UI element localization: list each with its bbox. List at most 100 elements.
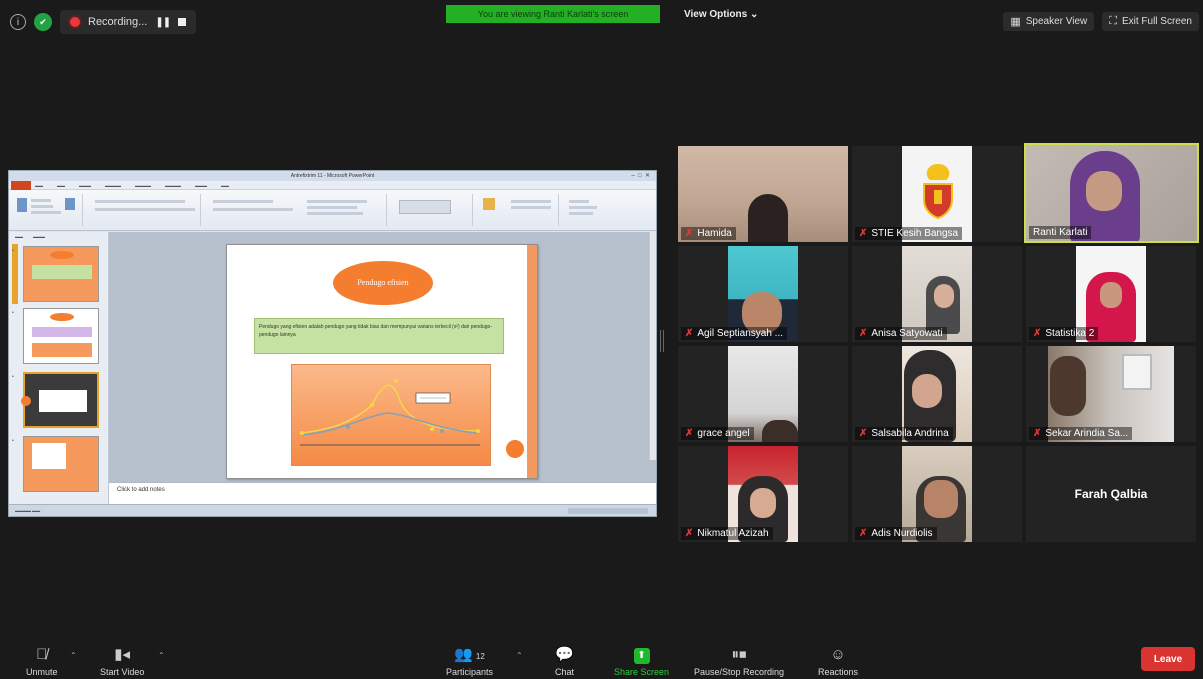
participant-name: ✗ STIE Kesih Bangsa <box>855 227 963 240</box>
participant-tile-ranti[interactable]: Ranti Karlati <box>1024 143 1199 243</box>
participant-name-text: grace angel <box>697 428 750 439</box>
participant-tile-adis[interactable]: ✗ Adis Nurdiolis <box>852 446 1022 542</box>
ppt-tab: ▬▬ <box>35 182 43 188</box>
participant-name-text: Ranti Karlati <box>1033 227 1088 238</box>
participant-name-text: Salsabila Andrina <box>871 428 949 439</box>
slide-thumbnail[interactable] <box>23 436 99 492</box>
exit-full-screen-icon: ⛶ <box>1109 15 1117 27</box>
participant-name: ✗ Sekar Arindia Sa... <box>1029 427 1133 440</box>
ribbon-clipboard-group <box>13 194 83 226</box>
shapes-gallery <box>399 200 451 214</box>
person-face <box>1086 171 1122 211</box>
exit-full-screen-label: Exit Full Screen <box>1121 16 1192 27</box>
institution-logo-icon <box>923 164 953 220</box>
encryption-shield-icon[interactable]: ✔ <box>34 13 52 31</box>
chat-button[interactable]: 💬 Chat <box>555 646 574 677</box>
participant-tile-farah[interactable]: Farah Qalbia <box>1026 446 1196 542</box>
pause-recording-icon[interactable]: ❚❚ <box>155 17 171 28</box>
muted-microphone-icon: 🎙̸ <box>36 646 48 663</box>
participant-tile-grace[interactable]: ✗ grace angel <box>678 346 848 442</box>
ribbon-item <box>307 206 357 209</box>
muted-mic-icon: ✗ <box>685 328 694 339</box>
participant-tile-statistika[interactable]: ✗ Statistika 2 <box>1026 246 1196 342</box>
exit-full-screen-button[interactable]: ⛶ Exit Full Screen <box>1102 12 1199 31</box>
ppt-tab: ▬▬▬▬ <box>135 182 151 188</box>
start-video-label: Start Video <box>100 667 145 677</box>
speaker-view-icon: ▦ <box>1010 16 1021 28</box>
slide-thumbnail[interactable] <box>23 246 99 302</box>
stop-recording-icon[interactable] <box>178 18 187 26</box>
slide-canvas[interactable]: Pendugo efisien Pendugo yang efisien ada… <box>109 232 656 482</box>
slide-thumbnail-selected[interactable] <box>21 372 99 428</box>
meeting-toolbar: 🎙̸ Unmute ⌃ ▮◂ Start Video ⌃ 👥 12 Partici… <box>0 635 1203 679</box>
participant-tile-stie[interactable]: ✗ STIE Kesih Bangsa <box>852 146 1022 242</box>
reactions-label: Reactions <box>818 667 859 677</box>
thumbnail-number: • <box>12 310 14 316</box>
participant-name: ✗ Hamida <box>681 227 736 240</box>
ribbon-item <box>95 200 185 203</box>
view-options-menu[interactable]: View Options ⌄ <box>684 9 758 20</box>
ribbon-item <box>511 200 551 203</box>
person-silhouette <box>1050 356 1086 416</box>
slide-distribution-diagram <box>291 364 491 466</box>
top-left-controls: i ✔ Recording... ❚❚ <box>10 10 197 34</box>
speaker-view-button[interactable]: ▦ Speaker View <box>1003 12 1095 31</box>
participant-name-text: Agil Septiansyah ... <box>697 328 783 339</box>
ribbon-item <box>31 205 53 208</box>
shared-screen[interactable]: Antrefixtrim 11 - Microsoft PowerPoint –… <box>8 170 657 517</box>
thumbnail-number: • <box>12 438 14 444</box>
participant-name: ✗ Anisa Satyowati <box>855 327 947 340</box>
share-screen-button[interactable]: ⬆ Share Screen <box>614 648 669 677</box>
meeting-info-icon[interactable]: i <box>10 14 26 30</box>
participant-tile-hamida[interactable]: ✗ Hamida <box>678 146 848 242</box>
participant-tile-nikmatul[interactable]: ✗ Nikmatul Azizah <box>678 446 848 542</box>
ribbon-item <box>307 200 367 203</box>
person-face <box>750 488 776 518</box>
participants-button[interactable]: 👥 12 Participants <box>446 646 493 677</box>
ribbon-item <box>213 208 293 211</box>
top-right-controls: ▦ Speaker View ⛶ Exit Full Screen <box>1003 12 1199 31</box>
ppt-window-title-text: Antrefixtrim 11 - Microsoft PowerPoint <box>290 173 375 179</box>
participant-tile-sekar[interactable]: ✗ Sekar Arindia Sa... <box>1026 346 1196 442</box>
audio-options-chevron-icon[interactable]: ⌃ <box>70 651 77 660</box>
participant-name-text: Statistika 2 <box>1045 328 1095 339</box>
split-view-handle[interactable] <box>660 330 664 352</box>
pause-stop-recording-button[interactable]: ⏸⏹ Pause/Stop Recording <box>694 646 784 677</box>
ppt-tab: ▬▬▬ <box>79 182 91 188</box>
participants-chevron-icon[interactable]: ⌃ <box>516 651 523 660</box>
leave-button[interactable]: Leave <box>1141 647 1195 671</box>
recording-indicator: Recording... ❚❚ <box>60 10 197 34</box>
chat-bubble-icon: 💬 <box>555 646 574 663</box>
ribbon-item <box>511 206 551 209</box>
video-off-icon: ▮◂ <box>114 646 131 663</box>
participants-icon: 👥 12 <box>454 646 485 663</box>
participant-tile-salsabila[interactable]: ✗ Salsabila Andrina <box>852 346 1022 442</box>
participant-tile-anisa[interactable]: ✗ Anisa Satyowati <box>852 246 1022 342</box>
notes-placeholder: Click to add notes <box>117 487 165 493</box>
video-options-chevron-icon[interactable]: ⌃ <box>158 651 165 660</box>
participant-count: 12 <box>475 652 485 661</box>
muted-mic-icon: ✗ <box>685 528 694 539</box>
participant-name: ✗ Nikmatul Azizah <box>681 527 773 540</box>
participant-tile-agil[interactable]: ✗ Agil Septiansyah ... <box>678 246 848 342</box>
slide-vertical-scrollbar[interactable] <box>649 232 656 460</box>
notes-pane[interactable]: Click to add notes <box>109 482 656 504</box>
person-face <box>912 374 942 408</box>
reactions-smiley-icon: ☺ <box>830 646 846 663</box>
ppt-ribbon <box>9 190 656 231</box>
thumbnail-tabs: ▬▬ ▬▬▬ <box>15 234 45 239</box>
unmute-button[interactable]: 🎙̸ Unmute <box>26 646 58 677</box>
ppt-tab: ▬▬ <box>221 182 229 188</box>
slide-thumbnails-pane: ▬▬ ▬▬▬ • • • • <box>9 232 109 504</box>
ribbon-arrange-group <box>479 194 559 226</box>
muted-mic-icon: ✗ <box>1033 428 1042 439</box>
participant-name-card: Farah Qalbia <box>1074 487 1148 501</box>
muted-mic-icon: ✗ <box>859 428 868 439</box>
reactions-button[interactable]: ☺ Reactions <box>818 646 858 677</box>
start-video-button[interactable]: ▮◂ Start Video <box>100 646 144 677</box>
chat-label: Chat <box>555 667 575 677</box>
slide-thumbnail[interactable] <box>23 308 99 364</box>
participant-name-text: STIE Kesih Bangsa <box>871 228 959 239</box>
zoom-slider[interactable] <box>568 508 648 514</box>
person-silhouette <box>762 420 798 442</box>
